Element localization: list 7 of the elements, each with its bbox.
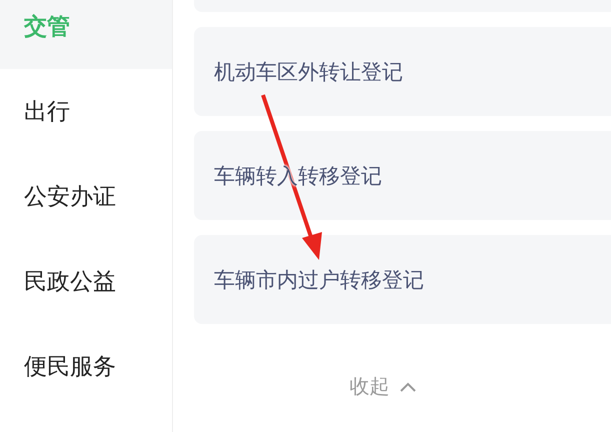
sidebar-item[interactable]: 出行: [0, 69, 172, 154]
service-card[interactable]: 车辆市内过户转移登记: [194, 235, 611, 324]
service-card[interactable]: 机动车区外转让登记: [194, 27, 611, 116]
sidebar-item[interactable]: 公安办证: [0, 154, 172, 239]
chevron-up-icon: [400, 382, 416, 392]
sidebar-item[interactable]: 民政公益: [0, 239, 172, 324]
sidebar-item[interactable]: 便民服务: [0, 324, 172, 409]
